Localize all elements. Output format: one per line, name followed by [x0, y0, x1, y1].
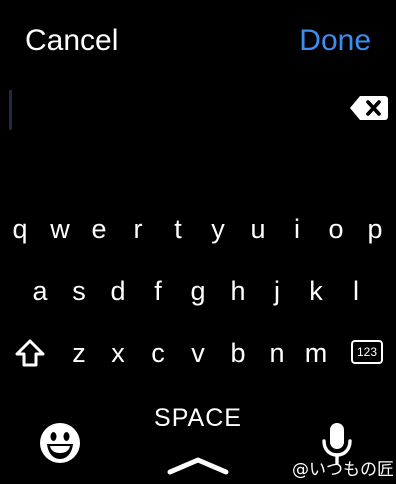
key-b[interactable]: b — [220, 333, 256, 373]
key-p[interactable]: p — [357, 209, 393, 249]
key-x[interactable]: x — [100, 333, 136, 373]
key-l[interactable]: l — [338, 271, 374, 311]
done-button[interactable]: Done — [299, 22, 371, 60]
key-s[interactable]: s — [61, 271, 97, 311]
dismiss-keyboard-button[interactable] — [166, 454, 230, 476]
shift-key[interactable] — [14, 338, 46, 368]
key-a[interactable]: a — [22, 271, 58, 311]
key-t[interactable]: t — [160, 209, 196, 249]
delete-left-icon[interactable] — [349, 94, 389, 122]
key-r[interactable]: r — [120, 209, 156, 249]
key-h[interactable]: h — [220, 271, 256, 311]
cancel-button[interactable]: Cancel — [25, 22, 118, 60]
key-c[interactable]: c — [140, 333, 176, 373]
key-v[interactable]: v — [180, 333, 216, 373]
key-n[interactable]: n — [259, 333, 295, 373]
space-key[interactable]: SPACE — [148, 402, 248, 434]
dictation-key[interactable] — [321, 422, 353, 464]
emoji-key[interactable] — [39, 422, 81, 464]
key-j[interactable]: j — [259, 271, 295, 311]
key-k[interactable]: k — [298, 271, 334, 311]
key-q[interactable]: q — [2, 209, 38, 249]
numbers-key-label: 123 — [351, 340, 383, 364]
key-d[interactable]: d — [100, 271, 136, 311]
text-cursor — [9, 90, 12, 130]
key-o[interactable]: o — [318, 209, 354, 249]
key-u[interactable]: u — [240, 209, 276, 249]
key-e[interactable]: e — [81, 209, 117, 249]
key-m[interactable]: m — [298, 333, 334, 373]
shift-arrow-icon — [14, 338, 46, 368]
key-i[interactable]: i — [279, 209, 315, 249]
watermark: @いつもの匠 — [292, 460, 394, 480]
emoji-face-icon — [39, 422, 81, 464]
key-z[interactable]: z — [61, 333, 97, 373]
key-w[interactable]: w — [42, 209, 78, 249]
text-input-field[interactable] — [0, 82, 396, 138]
chevron-up-icon — [166, 454, 230, 476]
microphone-icon — [321, 422, 353, 464]
key-f[interactable]: f — [140, 271, 176, 311]
key-y[interactable]: y — [200, 209, 236, 249]
numbers-key[interactable]: 123 — [351, 340, 383, 364]
key-g[interactable]: g — [180, 271, 216, 311]
